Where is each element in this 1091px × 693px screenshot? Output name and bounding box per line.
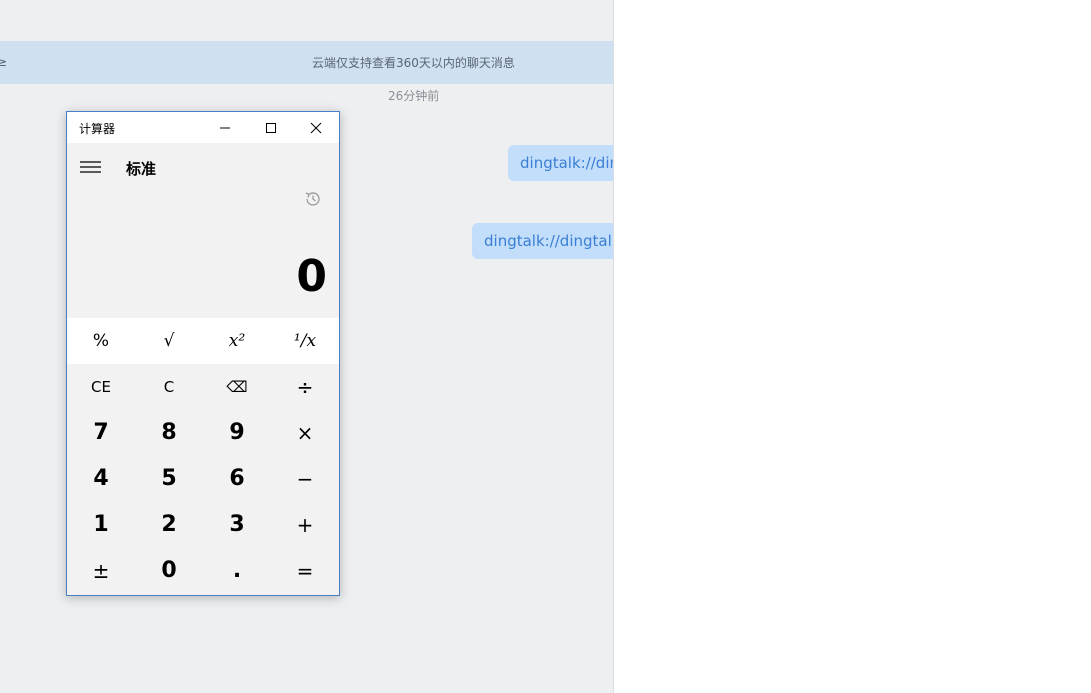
message-timestamp: 26分钟前 bbox=[388, 89, 440, 103]
decimal-button[interactable]: . bbox=[203, 548, 271, 594]
multiply-button[interactable]: × bbox=[271, 410, 339, 456]
maximize-button[interactable] bbox=[248, 112, 294, 143]
percent-button[interactable]: % bbox=[67, 318, 135, 364]
close-icon bbox=[310, 122, 322, 134]
reciprocal-button[interactable]: ¹/x bbox=[271, 318, 339, 364]
divide-button[interactable]: ÷ bbox=[271, 364, 339, 410]
minimize-icon bbox=[220, 127, 230, 129]
window-title: 计算器 bbox=[79, 122, 116, 136]
calculator-titlebar[interactable]: 计算器 bbox=[67, 112, 339, 143]
hamburger-icon bbox=[80, 161, 101, 173]
digit-1-button[interactable]: 1 bbox=[67, 502, 135, 548]
calculator-mode-title: 标准 bbox=[126, 160, 157, 178]
square-root-button[interactable]: √ bbox=[135, 318, 203, 364]
backspace-icon: ⌫ bbox=[226, 378, 248, 396]
equals-button[interactable]: = bbox=[271, 548, 339, 594]
negate-button[interactable]: ± bbox=[67, 548, 135, 594]
square-button[interactable]: x² bbox=[203, 318, 271, 364]
history-notice-banner: ≥ 云端仅支持查看360天以内的聊天消息 bbox=[0, 41, 613, 84]
maximize-icon bbox=[266, 123, 276, 133]
calculator-window: 计算器 标准 0 % √ x² ¹/x CE C ⌫ ÷ 7 8 9 × 4 5… bbox=[66, 111, 340, 596]
digit-4-button[interactable]: 4 bbox=[67, 456, 135, 502]
close-button[interactable] bbox=[293, 112, 339, 143]
message-bubble-link[interactable]: dingtalk://dingtalkclient/page/link bbox=[472, 223, 613, 259]
clear-button[interactable]: C bbox=[135, 364, 203, 410]
minus-button[interactable]: − bbox=[271, 456, 339, 502]
plus-button[interactable]: + bbox=[271, 502, 339, 548]
digit-0-button[interactable]: 0 bbox=[135, 548, 203, 594]
result-display: 0 bbox=[296, 251, 327, 302]
minimize-button[interactable] bbox=[202, 112, 248, 143]
digit-6-button[interactable]: 6 bbox=[203, 456, 271, 502]
backspace-button[interactable]: ⌫ bbox=[203, 364, 271, 410]
clear-entry-button[interactable]: CE bbox=[67, 364, 135, 410]
navigation-menu-button[interactable] bbox=[77, 153, 105, 181]
digit-7-button[interactable]: 7 bbox=[67, 410, 135, 456]
digit-3-button[interactable]: 3 bbox=[203, 502, 271, 548]
digit-9-button[interactable]: 9 bbox=[203, 410, 271, 456]
history-icon bbox=[305, 192, 320, 206]
digit-2-button[interactable]: 2 bbox=[135, 502, 203, 548]
keypad: % √ x² ¹/x CE C ⌫ ÷ 7 8 9 × 4 5 6 − 1 2 … bbox=[67, 318, 339, 595]
window-divider bbox=[613, 0, 614, 693]
desktop-screen: ≥ 云端仅支持查看360天以内的聊天消息 26分钟前 dingtalk://di… bbox=[0, 0, 1091, 693]
digit-8-button[interactable]: 8 bbox=[135, 410, 203, 456]
digit-5-button[interactable]: 5 bbox=[135, 456, 203, 502]
banner-edge-text: ≥ bbox=[0, 55, 8, 69]
banner-text: 云端仅支持查看360天以内的聊天消息 bbox=[312, 56, 515, 70]
message-bubble-link[interactable]: dingtalk://dingtalkclient/page/link bbox=[508, 145, 613, 181]
history-button[interactable] bbox=[303, 189, 329, 215]
